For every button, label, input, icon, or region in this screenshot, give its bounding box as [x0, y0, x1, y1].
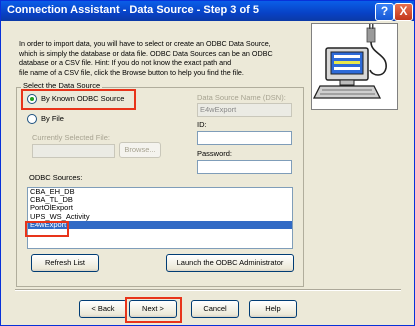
by-file-radio[interactable]: [27, 114, 37, 124]
id-label: ID:: [197, 120, 207, 129]
intro-line: In order to import data, you will have t…: [19, 39, 271, 48]
list-item[interactable]: UPS_WS_Activity: [28, 212, 292, 221]
known-odbc-radio[interactable]: [27, 94, 37, 104]
browse-button: Browse...: [119, 142, 161, 158]
password-label: Password:: [197, 149, 233, 158]
id-input[interactable]: [197, 131, 292, 145]
intro-line: which is simply the database or data fil…: [19, 48, 273, 58]
dialog-window: Connection Assistant - Data Source - Ste…: [0, 0, 415, 326]
footer-separator: [15, 289, 401, 291]
odbc-sources-label: ODBC Sources:: [29, 173, 83, 182]
intro-line: file name of a CSV file, click the Brows…: [19, 67, 244, 77]
launch-odbc-admin-button[interactable]: Launch the ODBC Administrator: [166, 254, 294, 272]
intro-line: database or a CSV file. Hint: If you do …: [19, 58, 232, 67]
radio-selected-dot: [30, 97, 34, 101]
dsn-label: Data Source Name (DSN):: [197, 93, 286, 102]
selected-source-highlight: [25, 221, 69, 237]
by-file-label[interactable]: By File: [41, 114, 64, 123]
help-button[interactable]: Help: [249, 300, 297, 318]
odbc-sources-list[interactable]: CBA_EH_DB CBA_TL_DB PortOlExport UPS_WS_…: [27, 187, 293, 249]
refresh-list-button[interactable]: Refresh List: [31, 254, 99, 272]
dsn-field: E4wExport: [197, 103, 292, 117]
password-input[interactable]: [197, 160, 292, 174]
back-button[interactable]: < Back: [79, 300, 127, 318]
currently-selected-file-field: [32, 144, 115, 158]
next-button[interactable]: Next >: [129, 300, 177, 318]
currently-selected-file-label: Currently Selected File:: [32, 133, 110, 142]
title-bar[interactable]: Connection Assistant - Data Source - Ste…: [1, 1, 414, 21]
window-title: Connection Assistant - Data Source - Ste…: [7, 4, 260, 16]
intro-text: In order to import data, you will have t…: [19, 39, 289, 77]
cancel-button[interactable]: Cancel: [191, 300, 239, 318]
help-icon[interactable]: ?: [375, 3, 394, 21]
close-icon[interactable]: X: [394, 3, 413, 21]
computer-illustration-icon: [311, 23, 398, 110]
known-odbc-label[interactable]: By Known ODBC Source: [41, 94, 124, 103]
